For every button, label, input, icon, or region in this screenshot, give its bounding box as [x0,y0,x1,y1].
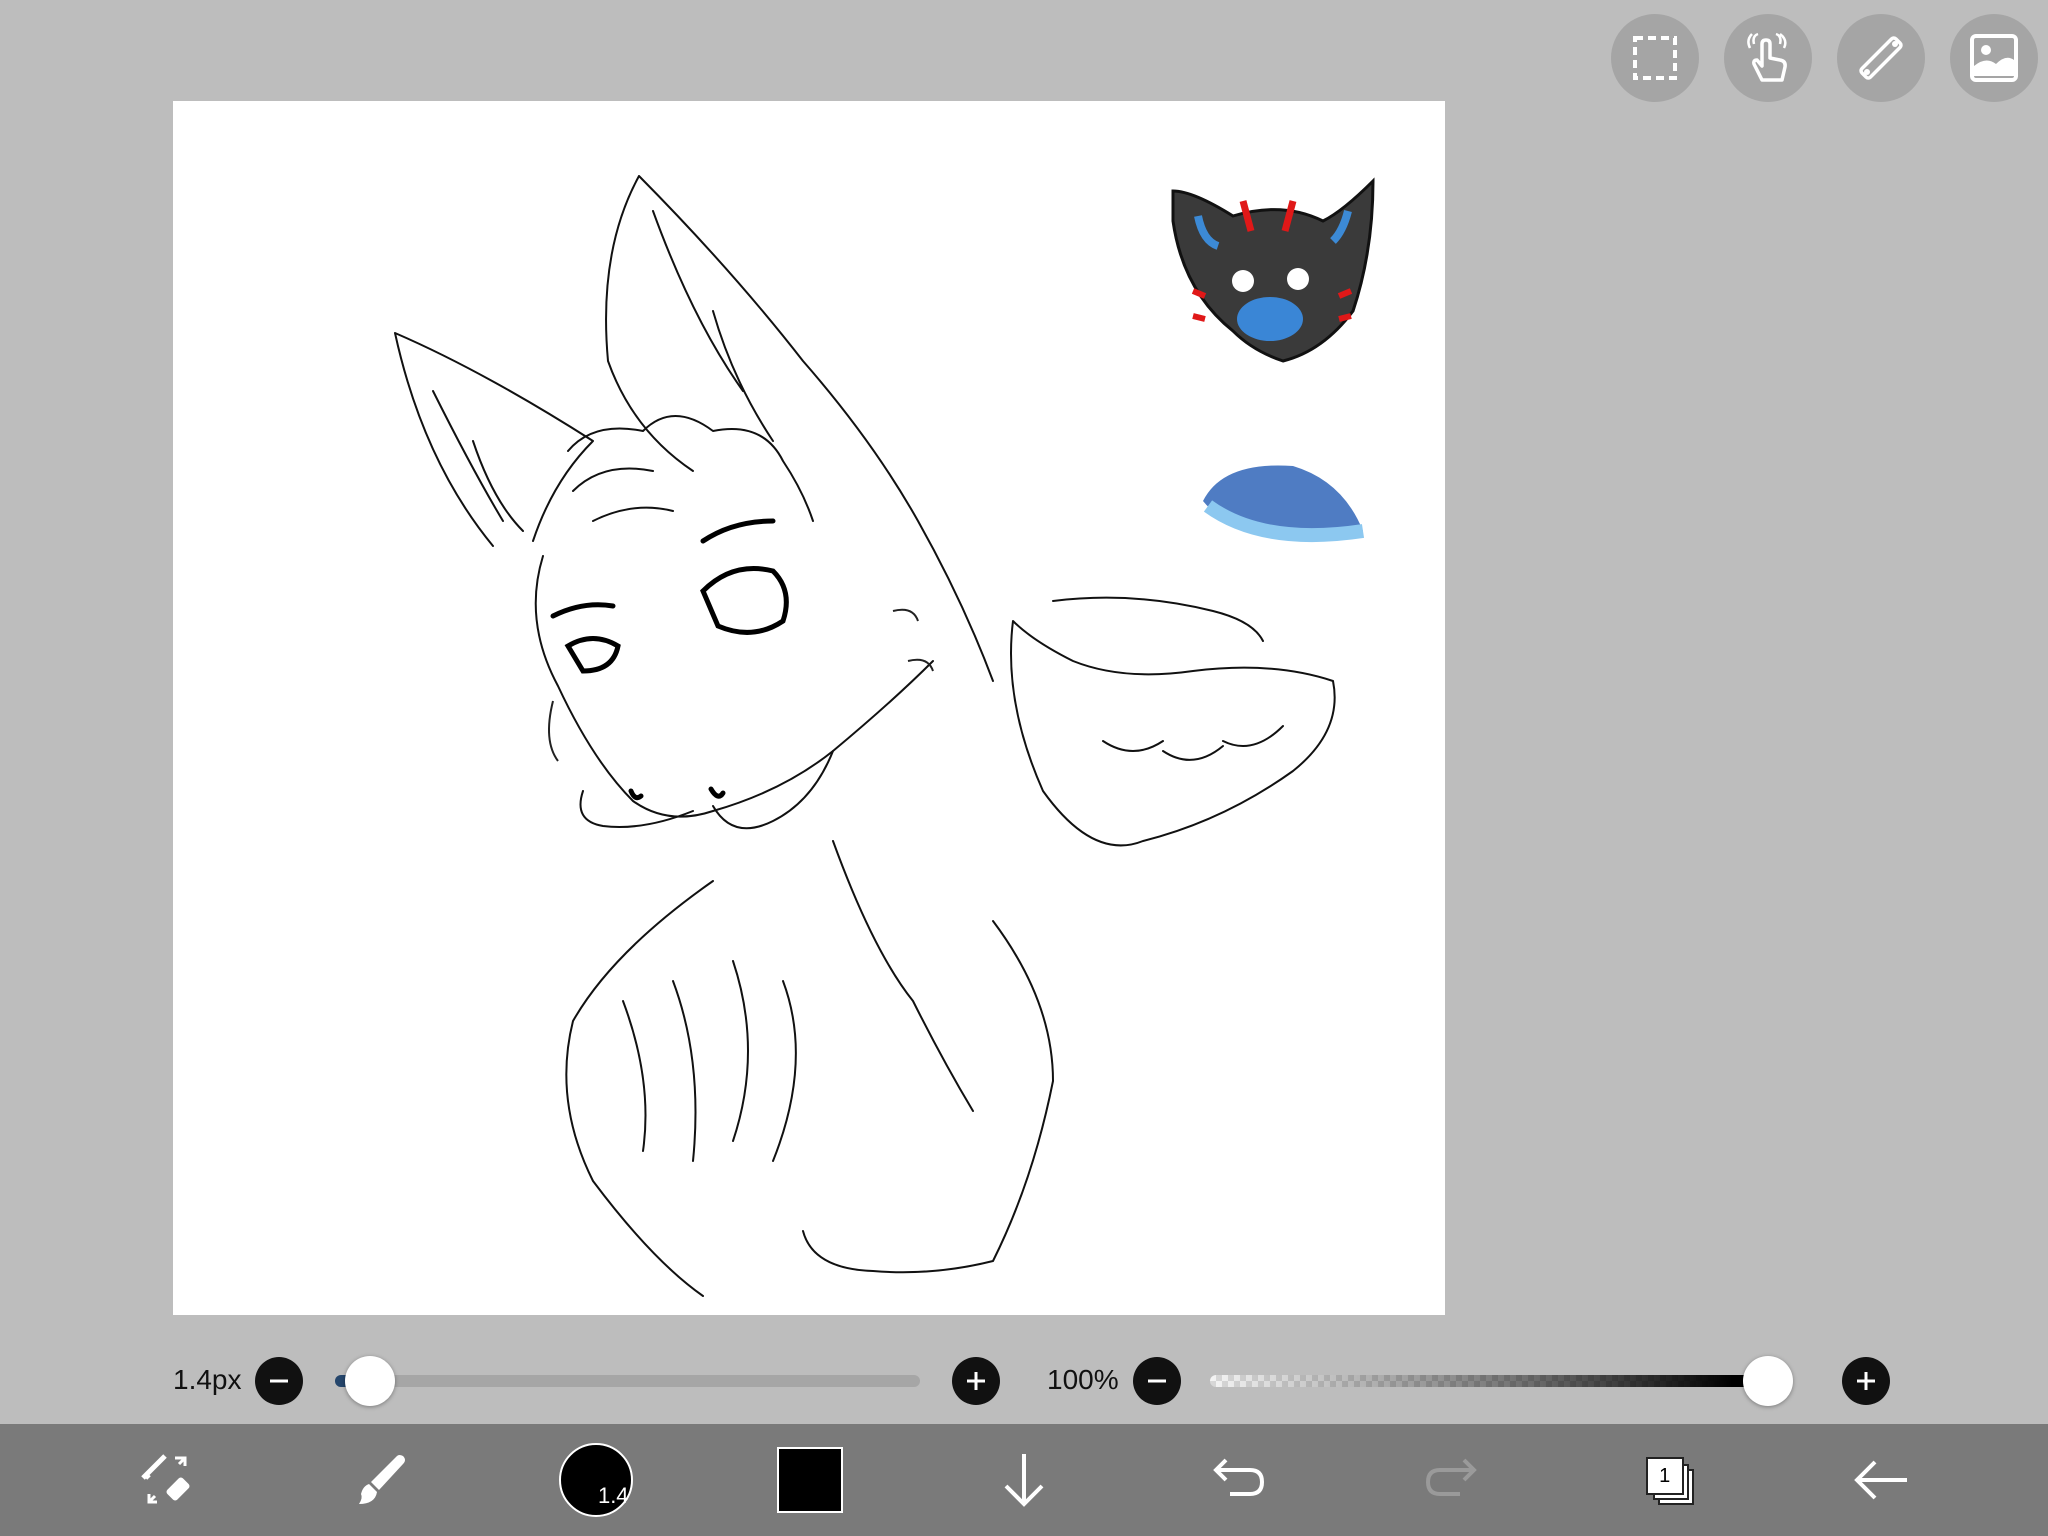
right-ear [605,175,994,682]
tool-switch-button[interactable] [122,1435,212,1525]
slider-row: 1.4px 100% [0,1356,2048,1406]
back-arrow-icon [1854,1460,1907,1500]
brush-size-decrease-button[interactable] [255,1357,303,1405]
eye-right [700,566,789,635]
layers-button[interactable]: 1 [1622,1435,1712,1525]
ruler-icon [1859,36,1903,80]
top-toolbar [1611,14,2038,102]
image-icon [1970,34,2018,82]
bottom-toolbar: 1.4 1 [0,1424,2048,1536]
plus-icon [967,1372,985,1390]
minus-icon [1148,1379,1166,1383]
head [534,555,934,818]
touch-gesture-icon [1747,32,1787,82]
brush-size-increase-button[interactable] [952,1357,1000,1405]
touch-gesture-button[interactable] [1724,14,1812,102]
brush-preview: 1.4 [558,1443,633,1517]
left-ear [394,332,594,547]
brush-size-badge: 1.4 [597,1483,629,1508]
opacity-label: 100% [1047,1364,1119,1395]
brush-icon [359,1455,406,1504]
ruler-button[interactable] [1837,14,1925,102]
move-down-icon [1004,1454,1044,1507]
reference-wing [1203,465,1365,543]
plus-icon [1857,1372,1875,1390]
tool-switch-icon [141,1454,190,1504]
reference-head [1171,177,1375,363]
opacity-thumb[interactable] [1743,1356,1793,1406]
brush-preview-button[interactable]: 1.4 [551,1435,641,1525]
brush-size-label: 1.4px [173,1364,242,1395]
lineart-drawing [394,175,1375,1297]
opacity-increase-button[interactable] [1842,1357,1890,1405]
undo-button[interactable] [1193,1435,1283,1525]
back-button[interactable] [1836,1435,1926,1525]
color-button[interactable] [765,1435,855,1525]
redo-button[interactable] [1407,1435,1497,1525]
chest-fluff [565,880,714,1297]
selection-button[interactable] [1611,14,1699,102]
brush-size-thumb[interactable] [345,1356,396,1406]
brush-size-slider[interactable] [335,1356,920,1406]
undo-icon [1213,1458,1265,1496]
eye-left [564,636,621,674]
selection-icon [1633,36,1677,80]
image-button[interactable] [1950,14,2038,102]
brush-button[interactable] [336,1435,426,1525]
redo-icon [1426,1458,1478,1496]
opacity-decrease-button[interactable] [1133,1357,1181,1405]
move-down-button[interactable] [979,1435,1069,1525]
layer-count: 1 [1645,1457,1684,1495]
wing [1010,620,1336,847]
drawing-canvas[interactable] [173,101,1445,1315]
opacity-slider[interactable] [1210,1356,1793,1406]
minus-icon [270,1379,288,1383]
color-swatch [776,1447,843,1513]
